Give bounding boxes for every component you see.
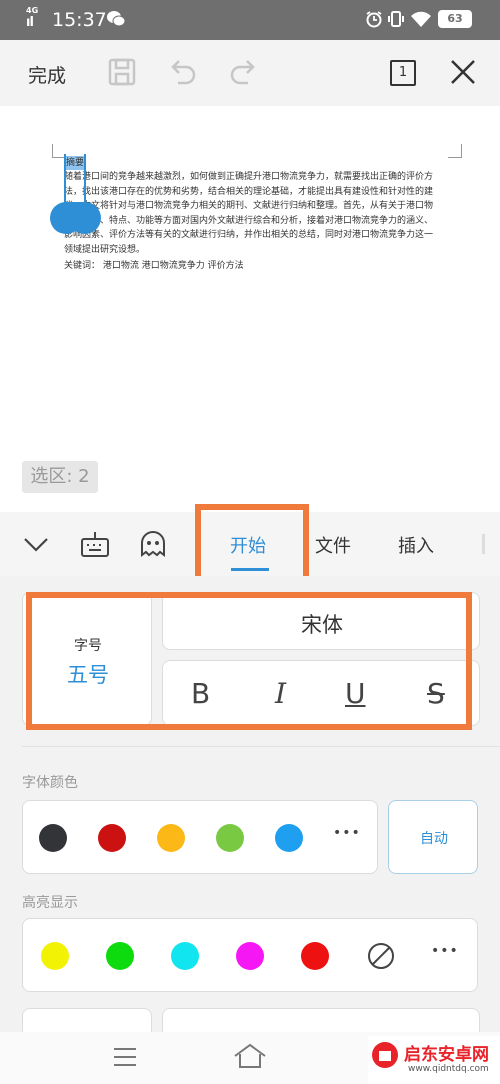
vibrate-icon (386, 10, 406, 28)
abstract-line: 随着港口间的竞争越来越激烈，如何做到正确提升港口物流竞争力，就需要找出正确的评价… (64, 172, 434, 182)
keywords-line: 关键词： 港口物流 港口物流竞争力 评价方法 (64, 261, 244, 271)
highlight-swatch-red[interactable] (301, 942, 329, 970)
system-nav-bar: 启东安卓网 www.qidntdq.com (0, 1032, 500, 1084)
page-count-button[interactable]: 1 (390, 60, 416, 86)
highlight-swatch-magenta[interactable] (236, 942, 264, 970)
margin-corner-right (448, 144, 462, 158)
no-highlight-icon[interactable] (366, 941, 396, 971)
annotation-box-font (26, 592, 472, 730)
watermark-logo-icon (370, 1040, 400, 1070)
home-icon[interactable] (232, 1042, 268, 1070)
abstract-line: 议。本文将针对与港口物流竞争力相关的期刊、文献进行归纳和整理。首先，从有关于港口… (64, 201, 434, 211)
color-swatch-red[interactable] (98, 824, 126, 852)
voice-assistant-icon[interactable] (138, 529, 168, 559)
ribbon-tab-bar: 开始 文件 插入 (0, 504, 500, 600)
close-icon[interactable] (448, 57, 478, 87)
network-type: 4G (26, 6, 39, 15)
done-button[interactable]: 完成 (28, 61, 66, 88)
abstract-line: 法，找出该港口存在的优势和劣势，结合相关的理论基础，才能提出具有建设性和针对性的… (64, 186, 434, 197)
document-canvas[interactable]: 摘要 随着港口间的竞争越来越激烈，如何做到正确提升港口物流竞争力，就需要找出正确… (0, 106, 500, 512)
wechat-icon (106, 10, 126, 28)
abstract-line: 影响因素、评价方法等有关的文献进行归纳，并作出相关的总结，同时对港口物流竞争力这… (64, 230, 434, 240)
color-swatch-orange[interactable] (157, 824, 185, 852)
tab-overflow[interactable] (482, 534, 492, 554)
highlight-swatch-yellow[interactable] (41, 942, 69, 970)
undo-icon[interactable] (168, 57, 198, 87)
format-panel: 字号 五号 宋体 B I U S 字体颜色 ••• 自动 高亮显示 ••• (0, 576, 500, 1038)
battery-indicator: 63 (438, 10, 472, 28)
auto-color-button[interactable]: 自动 (388, 800, 478, 874)
alarm-icon (365, 10, 383, 28)
color-swatch-green[interactable] (216, 824, 244, 852)
font-color-label: 字体颜色 (22, 775, 78, 791)
tab-insert[interactable]: 插入 (398, 532, 434, 558)
divider (22, 746, 500, 747)
chevron-down-icon[interactable] (22, 532, 50, 556)
wifi-icon (410, 10, 432, 28)
status-bar: 4G ıl 15:37 63 (0, 0, 500, 40)
abstract-heading: 摘要 (66, 158, 85, 168)
selection-count-badge: 选区: 2 (22, 461, 98, 493)
more-colors-button[interactable]: ••• (333, 825, 361, 841)
signal-icon: ıl (26, 15, 34, 30)
highlight-swatch-green[interactable] (106, 942, 134, 970)
abstract-line: 流的定义、特点、功能等方面对国内外文献进行综合和分析，接着对港口物流竞争力的涵义… (64, 215, 434, 226)
more-highlights-button[interactable]: ••• (431, 943, 459, 959)
menu-icon[interactable] (112, 1046, 138, 1068)
keyboard-icon[interactable] (80, 530, 110, 558)
abstract-line: 领域提出研究设想。 (64, 244, 146, 255)
highlight-swatch-cyan[interactable] (171, 942, 199, 970)
abstract-body: 随着港口间的竞争越来越激烈，如何做到正确提升港口物流竞争力，就需要找出正确的评价… (64, 170, 454, 274)
color-swatch-black[interactable] (39, 824, 67, 852)
top-toolbar: 完成 1 (0, 40, 500, 106)
watermark-text: 启东安卓网 (404, 1045, 489, 1065)
color-swatch-blue[interactable] (275, 824, 303, 852)
auto-color-label: 自动 (420, 831, 448, 847)
highlight-card: ••• (22, 918, 478, 992)
watermark: 启东安卓网 www.qidntdq.com (368, 1036, 500, 1084)
save-icon[interactable] (108, 57, 136, 87)
watermark-url: www.qidntdq.com (408, 1064, 489, 1074)
selection-handle-right[interactable] (69, 202, 101, 234)
tab-file[interactable]: 文件 (315, 532, 351, 558)
font-color-card: ••• (22, 800, 378, 874)
highlight-label: 高亮显示 (22, 895, 78, 911)
clock: 15:37 (52, 9, 107, 31)
redo-icon[interactable] (228, 57, 258, 87)
